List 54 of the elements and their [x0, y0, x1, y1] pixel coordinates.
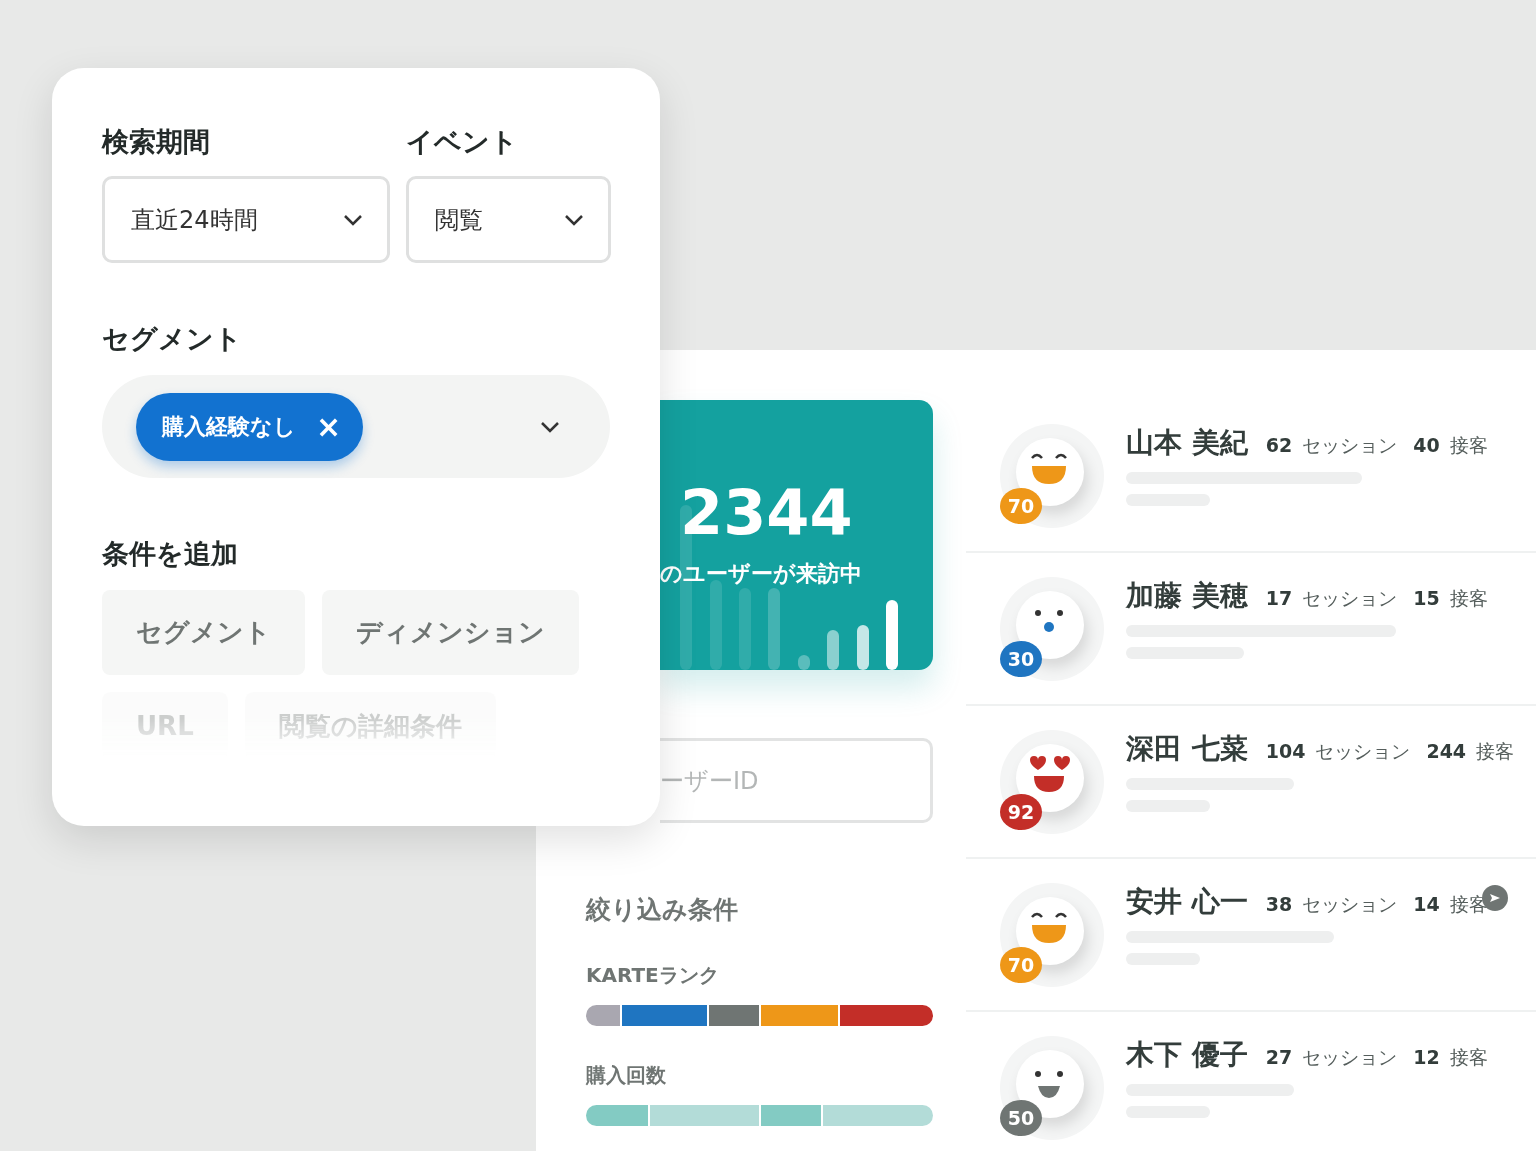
user-name[interactable]: 木下 優子: [1126, 1036, 1248, 1074]
chart-bar: [798, 655, 810, 670]
score-badge: 50: [1000, 1100, 1042, 1136]
visitor-count: 2344: [680, 476, 854, 549]
filter-label: KARTEランク: [586, 962, 720, 989]
session-count: 38: [1265, 893, 1293, 915]
user-name[interactable]: 山本 美紀: [1126, 424, 1248, 462]
period-select[interactable]: 直近24時間: [102, 176, 390, 263]
chevron-down-icon: [564, 213, 584, 226]
session-count: 17: [1265, 587, 1293, 609]
chip-label: 購入経験なし: [162, 412, 296, 441]
segment-select[interactable]: 購入経験なし ×: [102, 375, 610, 478]
filter-title: 絞り込み条件: [586, 894, 739, 926]
score-badge: 70: [1000, 488, 1042, 524]
user-name[interactable]: 安井 心一: [1126, 883, 1248, 921]
session-unit: セッション: [1302, 892, 1398, 917]
action-unit: 接客: [1449, 586, 1488, 611]
session-count: 62: [1265, 434, 1293, 456]
session-count: 27: [1265, 1046, 1293, 1068]
user-name[interactable]: 深田 七菜: [1126, 730, 1248, 768]
session-unit: セッション: [1302, 1045, 1398, 1070]
session-count: 104: [1265, 740, 1306, 762]
action-count: 14: [1413, 893, 1440, 915]
action-count: 12: [1413, 1046, 1440, 1068]
field-label: 検索期間: [102, 125, 211, 159]
chevron-down-icon: [540, 420, 560, 433]
visitor-caption: のユーザーが来訪中: [660, 560, 863, 588]
event-select[interactable]: 閲覧: [406, 176, 611, 263]
session-unit: セッション: [1302, 586, 1398, 611]
chevron-down-icon: [343, 213, 363, 226]
session-unit: セッション: [1315, 739, 1411, 764]
field-label: セグメント: [102, 322, 243, 356]
add-condition-button[interactable]: セグメント: [102, 590, 305, 675]
score-badge: 30: [1000, 641, 1042, 677]
filter-label: 購入回数: [586, 1062, 667, 1089]
segment-chip[interactable]: 購入経験なし ×: [136, 392, 364, 461]
action-unit: 接客: [1449, 892, 1488, 917]
action-count: 40: [1413, 434, 1440, 456]
chart-bar: [857, 625, 869, 670]
close-icon[interactable]: ×: [316, 409, 342, 444]
session-unit: セッション: [1302, 433, 1398, 458]
chart-bar: [886, 600, 898, 670]
action-unit: 接客: [1449, 1045, 1488, 1070]
score-badge: 70: [1000, 947, 1042, 983]
action-count: 15: [1413, 587, 1440, 609]
user-name[interactable]: 加藤 美穂: [1126, 577, 1248, 615]
score-badge: 92: [1000, 794, 1042, 830]
chart-bar: [827, 630, 839, 670]
action-count: 244: [1426, 740, 1467, 762]
action-unit: 接客: [1476, 739, 1515, 764]
field-label: 条件を追加: [102, 537, 239, 571]
add-condition-button[interactable]: ディメンション: [322, 590, 579, 675]
field-label: イベント: [406, 125, 519, 159]
action-unit: 接客: [1449, 433, 1488, 458]
